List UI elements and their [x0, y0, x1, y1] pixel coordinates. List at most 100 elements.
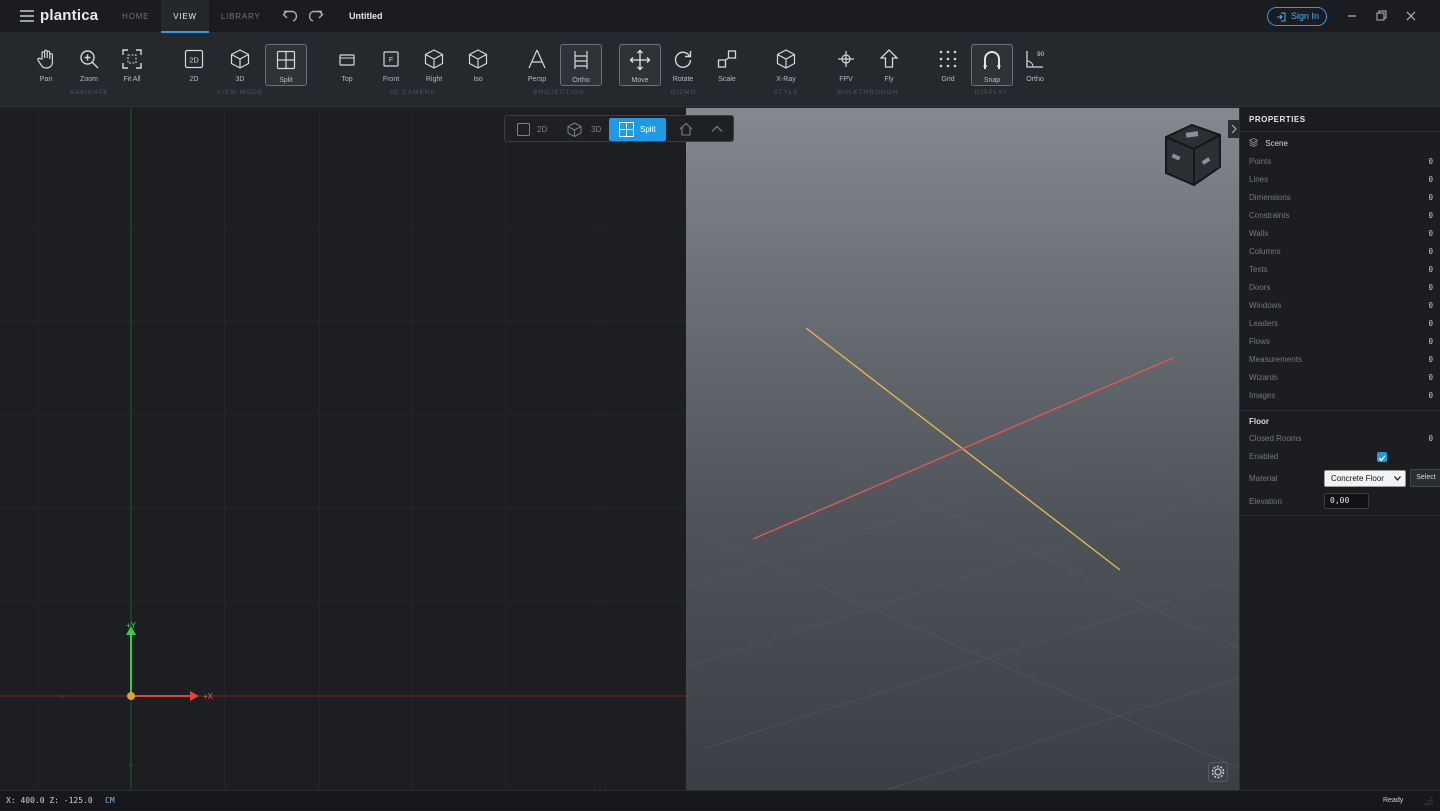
switch-2d-option[interactable]: 2D	[515, 118, 551, 141]
camera-front-label: Front	[382, 76, 400, 83]
camera-right-icon	[424, 49, 444, 69]
camera-front-button[interactable]: F Front	[370, 44, 412, 86]
switch-2d-label: 2D	[537, 125, 548, 134]
floor-section-title: Floor	[1249, 417, 1269, 426]
material-select-button[interactable]: Select	[1410, 469, 1440, 487]
prop-row-doors: Doors 0	[1249, 279, 1433, 297]
camera-front-icon: F	[383, 51, 399, 67]
camera-right-button[interactable]: Right	[413, 44, 455, 86]
walkthrough-fpv-button[interactable]: FPV	[825, 44, 867, 86]
redo-icon[interactable]	[306, 8, 324, 24]
minimize-icon[interactable]	[1344, 8, 1360, 24]
display-ortho-label: Ortho	[1026, 76, 1044, 83]
chevron-down-icon	[1394, 476, 1401, 481]
pan-label: Pan	[39, 76, 53, 83]
style-xray-label: X-Ray	[776, 76, 796, 83]
switch-split-option[interactable]: Split	[609, 118, 666, 141]
gizmo-scale-button[interactable]: Scale	[706, 44, 748, 86]
close-icon[interactable]	[1403, 8, 1419, 24]
display-grid-button[interactable]: Grid	[927, 44, 969, 86]
view-2d-button[interactable]: 2D 2D	[173, 44, 215, 86]
group-walkthrough-label: WALKTHROUGH	[837, 89, 898, 96]
home-icon[interactable]	[679, 122, 693, 136]
group-3d-camera-label: 3D CAMERA	[389, 89, 436, 96]
perspective-icon	[528, 49, 546, 69]
ribbon-toolbar: Pan Zoom Fit All NAVIGATE 2D 2D 3D Split…	[0, 33, 1440, 107]
document-title: Untitled	[349, 11, 383, 21]
zoom-in-icon	[80, 50, 99, 69]
prop-label: Points	[1249, 157, 1272, 166]
origin-handle[interactable]	[127, 692, 135, 700]
prop-row-flows: Flows 0	[1249, 333, 1433, 351]
viewport-3d[interactable]	[686, 108, 1239, 790]
svg-text:2D: 2D	[189, 56, 199, 65]
elevation-input[interactable]: 0,00	[1324, 493, 1369, 509]
xray-cube-icon	[776, 49, 796, 69]
svg-text:F: F	[389, 57, 393, 64]
view-split-button[interactable]: Split	[265, 44, 307, 86]
display-ortho-button[interactable]: 90 Ortho	[1014, 44, 1056, 86]
zoom-label: Zoom	[80, 76, 98, 83]
prop-label: Windows	[1249, 301, 1282, 310]
viewport-settings-gear-icon[interactable]	[1208, 762, 1228, 782]
prop-label: Constraints	[1249, 211, 1290, 220]
hand-icon	[37, 49, 53, 69]
gizmo-move-button[interactable]: Move	[619, 44, 661, 86]
tab-library[interactable]: LIBRARY	[209, 0, 273, 33]
view-cube-icon[interactable]	[1158, 119, 1228, 191]
title-bar: plantica HOME VIEW LIBRARY Untitled Sign…	[0, 0, 1440, 33]
hamburger-menu-icon[interactable]	[20, 10, 34, 22]
prop-label: Walls	[1249, 229, 1269, 238]
material-select[interactable]: Concrete Floor	[1324, 470, 1406, 487]
prop-value: 0	[1428, 283, 1433, 292]
projection-ortho-button[interactable]: Ortho	[560, 44, 602, 86]
prop-label: Doors	[1249, 283, 1271, 292]
camera-iso-button[interactable]: Iso	[457, 44, 499, 86]
prop-label: Images	[1249, 391, 1276, 400]
undo-icon[interactable]	[282, 8, 300, 24]
switch-split-icon	[619, 122, 634, 137]
sign-in-button[interactable]: Sign In	[1267, 7, 1327, 26]
prop-value: 0	[1428, 229, 1433, 238]
switch-2d-icon	[517, 123, 530, 136]
enabled-checkbox[interactable]	[1377, 452, 1387, 462]
grid-2d-canvas: +Y +X -X -Y	[0, 108, 686, 790]
switch-3d-option[interactable]: 3D	[567, 118, 603, 141]
prop-label: Leaders	[1249, 319, 1278, 328]
closed-rooms-label: Closed Rooms	[1249, 434, 1302, 443]
camera-top-button[interactable]: Top	[326, 44, 368, 86]
floor-material-row: Material Concrete Floor Select	[1249, 469, 1440, 488]
floor-elevation-row: Elevation 0,00	[1249, 493, 1433, 511]
scene-header[interactable]: Scene	[1248, 138, 1288, 148]
main-tabs: HOME VIEW LIBRARY	[110, 0, 273, 33]
panel-collapse-tab[interactable]	[1228, 120, 1240, 138]
display-grid-label: Grid	[941, 76, 955, 83]
tab-home[interactable]: HOME	[110, 0, 161, 33]
app-logo: plantica	[40, 7, 99, 24]
style-xray-button[interactable]: X-Ray	[765, 44, 807, 86]
layers-icon	[1248, 138, 1259, 147]
status-bar: X: 400.0 Z: -125.0 CM Ready	[0, 790, 1440, 810]
pan-tool-button[interactable]: Pan	[25, 44, 67, 86]
walkthrough-fly-button[interactable]: Fly	[868, 44, 910, 86]
gizmo-rotate-button[interactable]: Rotate	[662, 44, 704, 86]
fit-all-button[interactable]: Fit All	[111, 44, 153, 86]
walkthrough-fpv-label: FPV	[839, 76, 853, 83]
display-snap-button[interactable]: Snap	[971, 44, 1013, 86]
properties-panel: PROPERTIES Scene Points 0 Lines 0 Dimensio…	[1228, 108, 1440, 790]
viewport-2d[interactable]: +Y +X -X -Y	[0, 108, 686, 790]
prop-value: 0	[1428, 265, 1433, 274]
zoom-tool-button[interactable]: Zoom	[68, 44, 110, 86]
view-3d-label: 3D	[235, 76, 245, 83]
view-3d-button[interactable]: 3D	[219, 44, 261, 86]
walkthrough-fly-label: Fly	[884, 76, 894, 83]
restore-icon[interactable]	[1373, 8, 1389, 24]
prop-row-lines: Lines 0	[1249, 171, 1433, 189]
resize-grip-icon[interactable]	[1422, 797, 1434, 805]
unit-toggle[interactable]: CM	[105, 791, 115, 811]
tab-view[interactable]: VIEW	[161, 0, 209, 33]
prop-value: 0	[1428, 391, 1433, 400]
prop-label: Flows	[1249, 337, 1270, 346]
projection-persp-button[interactable]: Persp	[516, 44, 558, 86]
chevron-up-icon[interactable]	[711, 124, 723, 134]
